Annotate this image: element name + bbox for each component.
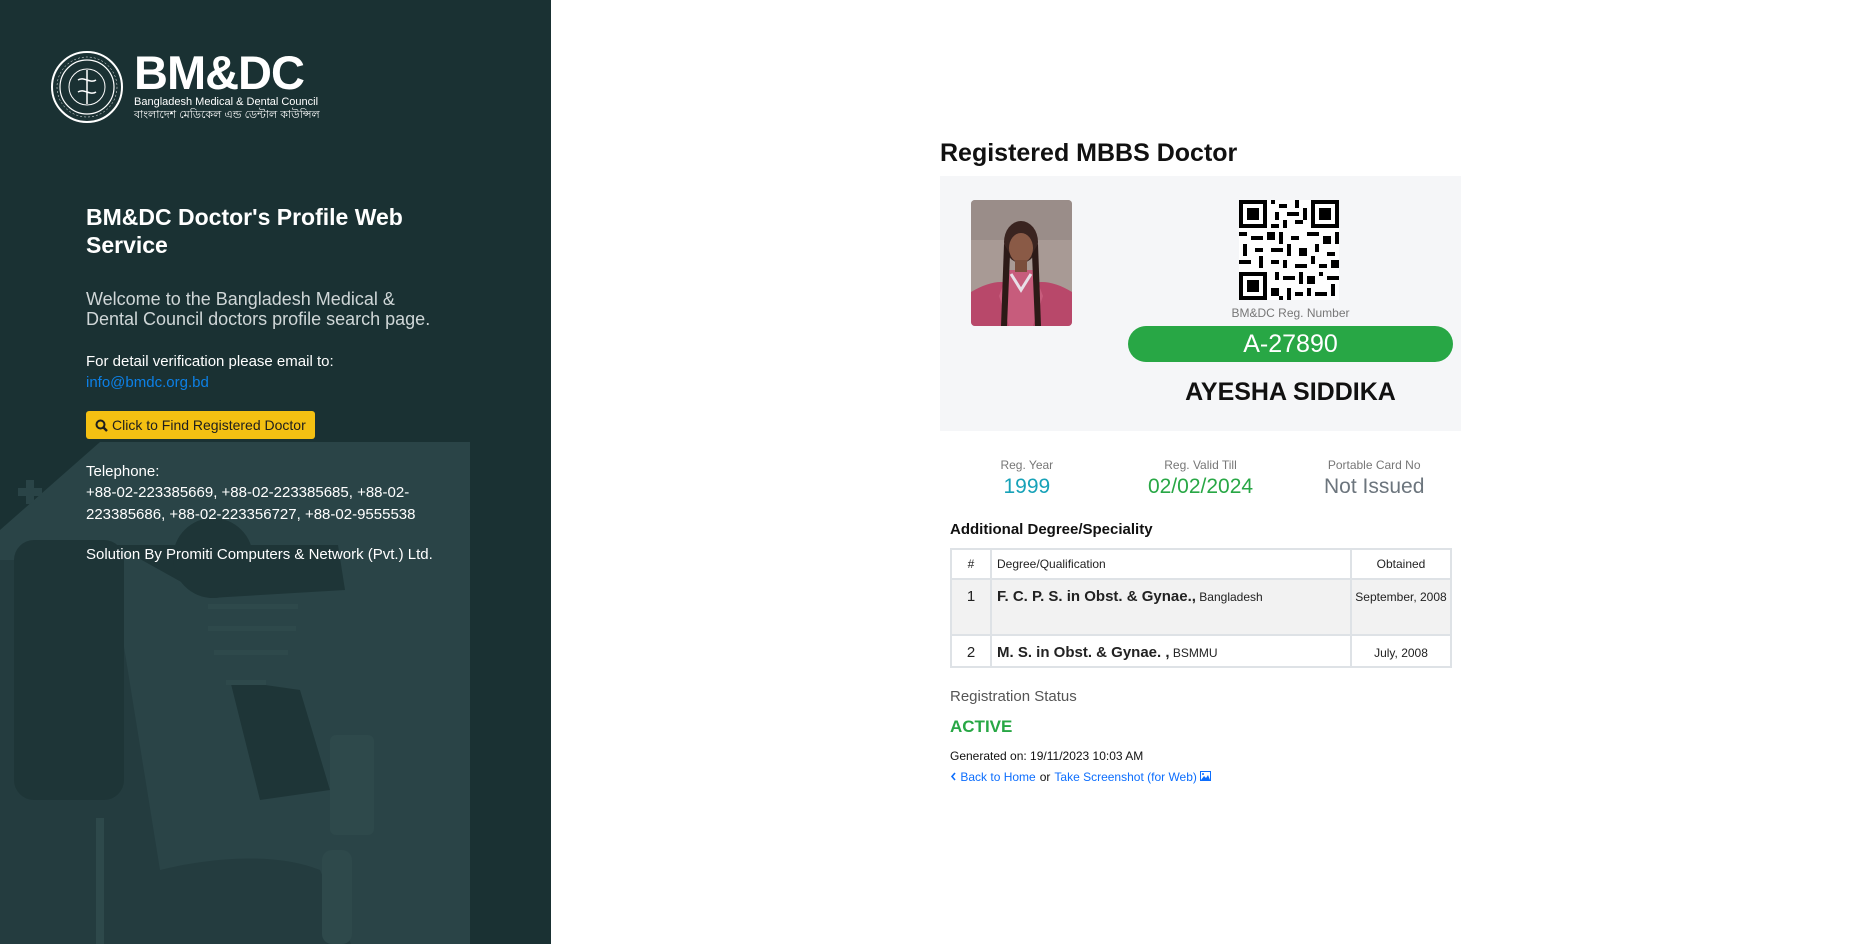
screenshot-label: Take Screenshot (for Web) — [1054, 770, 1197, 784]
logo-wordmark: BM&DC — [134, 46, 305, 99]
qr-code — [1239, 200, 1339, 300]
reg-number-label: BM&DC Reg. Number — [1231, 306, 1350, 320]
email-link[interactable]: info@bmdc.org.bd — [86, 374, 446, 391]
degree-institute: Bangladesh — [1199, 590, 1263, 604]
search-icon — [95, 419, 108, 432]
registration-status-label: Registration Status — [950, 688, 1077, 705]
back-home-label: Back to Home — [960, 770, 1036, 784]
doctor-photo — [971, 200, 1072, 326]
stat-value: 02/02/2024 — [1147, 475, 1254, 498]
footer-links: Back to Home or Take Screenshot (for Web… — [950, 770, 1461, 784]
generated-timestamp: Generated on: 19/11/2023 10:03 AM — [950, 749, 1144, 763]
logo-subtitle-bn: বাংলাদেশ মেডিকেল এন্ড ডেন্টাল কাউন্সিল — [134, 109, 320, 121]
page-title: Registered MBBS Doctor — [940, 139, 1238, 167]
row-number: 1 — [950, 578, 992, 636]
intro-panel: BM&DC Doctor's Profile Web Service Welco… — [86, 203, 446, 563]
degree-name: F. C. P. S. in Obst. & Gynae., — [997, 588, 1196, 605]
row-number: 2 — [950, 634, 992, 668]
image-icon — [1200, 771, 1212, 781]
stat-label: Portable Card No — [1327, 458, 1421, 472]
welcome-text: Welcome to the Bangladesh Medical & Dent… — [86, 289, 431, 329]
degrees-table: # Degree/Qualification Obtained 1 F. C. … — [950, 548, 1452, 668]
sidebar: BM&DC Bangladesh Medical & Dental Counci… — [0, 0, 551, 944]
stat-reg-year: Reg. Year 1999 — [940, 458, 1114, 499]
degree-name: M. S. in Obst. & Gynae. , — [997, 644, 1170, 661]
column-header: Degree/Qualification — [990, 548, 1352, 580]
stat-value: Not Issued — [1323, 475, 1425, 498]
obtained-cell: September, 2008 — [1350, 578, 1452, 636]
degree-cell: M. S. in Obst. & Gynae. , BSMMU — [990, 634, 1352, 668]
chevron-left-icon — [950, 772, 956, 781]
stat-value: 1999 — [1003, 475, 1051, 498]
degree-cell: F. C. P. S. in Obst. & Gynae., Banglades… — [990, 578, 1352, 636]
obtained-cell: July, 2008 — [1350, 634, 1452, 668]
site-title: BM&DC Doctor's Profile Web Service — [86, 204, 403, 258]
telephone-numbers: +88-02-223385669, +88-02-223385685, +88-… — [86, 484, 416, 523]
screenshot-link[interactable]: Take Screenshot (for Web) — [1054, 770, 1212, 784]
solution-credit: Solution By Promiti Computers & Network … — [86, 546, 433, 563]
bmdc-logo[interactable]: BM&DC Bangladesh Medical & Dental Counci… — [50, 46, 320, 124]
bmdc-seal-icon — [51, 51, 123, 123]
back-home-link[interactable]: Back to Home — [950, 770, 1036, 784]
find-doctor-label: Click to Find Registered Doctor — [112, 417, 306, 433]
stat-valid-till: Reg. Valid Till 02/02/2024 — [1114, 458, 1288, 499]
table-row: 2 M. S. in Obst. & Gynae. , BSMMU July, … — [950, 634, 1452, 668]
find-doctor-button[interactable]: Click to Find Registered Doctor — [86, 411, 315, 439]
registration-stats: Reg. Year 1999 Reg. Valid Till 02/02/202… — [940, 458, 1461, 499]
degree-institute: BSMMU — [1172, 646, 1218, 660]
table-row: 1 F. C. P. S. in Obst. & Gynae., Banglad… — [950, 578, 1452, 636]
table-header-row: # Degree/Qualification Obtained — [950, 548, 1452, 580]
registration-status-value: ACTIVE — [950, 717, 1013, 736]
stat-portable-card: Portable Card No Not Issued — [1287, 458, 1461, 499]
column-header: Obtained — [1350, 548, 1452, 580]
stat-label: Reg. Year — [1000, 458, 1054, 472]
column-header: # — [950, 548, 992, 580]
degrees-heading: Additional Degree/Speciality — [950, 521, 1153, 538]
logo-subtitle-en: Bangladesh Medical & Dental Council — [134, 96, 319, 108]
telephone-label: Telephone: — [86, 463, 160, 480]
reg-number-badge: A-27890 — [1128, 326, 1453, 362]
profile-card: BM&DC Reg. Number A-27890 AYESHA SIDDIKA — [940, 176, 1461, 431]
stat-label: Reg. Valid Till — [1164, 458, 1237, 472]
doctor-name: AYESHA SIDDIKA — [1185, 378, 1396, 406]
email-label: For detail verification please email to: — [86, 353, 334, 370]
profile-panel: Registered MBBS Doctor BM&DC Reg. Number… — [940, 138, 1461, 784]
or-text: or — [1039, 770, 1051, 784]
